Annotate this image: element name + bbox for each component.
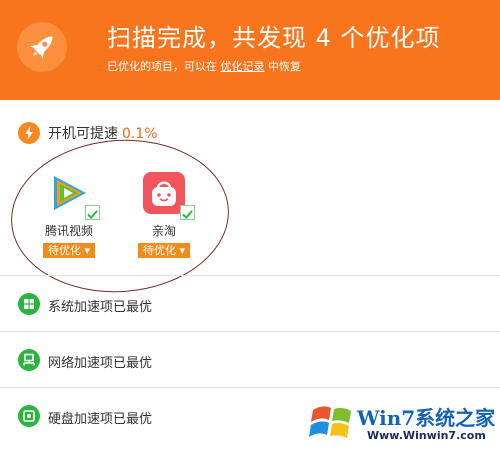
system-speedup-status: 系统加速项已最优: [48, 300, 153, 315]
site-watermark: Win7系统之家 Www.Winwin7.com: [301, 392, 500, 449]
restore-hint-prefix: 已优化的项目，可以在: [107, 60, 217, 73]
disk-icon: [18, 405, 40, 427]
network-icon: [18, 349, 40, 371]
windows-icon: [18, 293, 40, 315]
rocket-icon: [17, 22, 67, 72]
optimization-history-link[interactable]: 优化记录: [221, 60, 265, 73]
disk-speedup-status: 硬盘加速项已最优: [48, 412, 153, 427]
windows-logo-icon: [309, 406, 351, 438]
lightning-icon: [18, 122, 40, 144]
divider: [0, 275, 500, 276]
divider: [0, 331, 500, 332]
watermark-url: Www.Winwin7.com: [367, 429, 486, 442]
divider: [0, 387, 500, 388]
restore-hint: 已优化的项目，可以在 优化记录 中恢复: [107, 58, 301, 74]
boot-speedup-label: 开机可提速: [48, 126, 118, 142]
network-speedup-status: 网络加速项已最优: [48, 356, 153, 371]
watermark-brand: Win7系统之家: [357, 406, 496, 430]
restore-hint-suffix: 中恢复: [268, 60, 301, 73]
scan-result-header: 扫描完成，共发现 4 个优化项 已优化的项目，可以在 优化记录 中恢复: [0, 0, 500, 100]
page-title: 扫描完成，共发现 4 个优化项: [107, 24, 441, 52]
